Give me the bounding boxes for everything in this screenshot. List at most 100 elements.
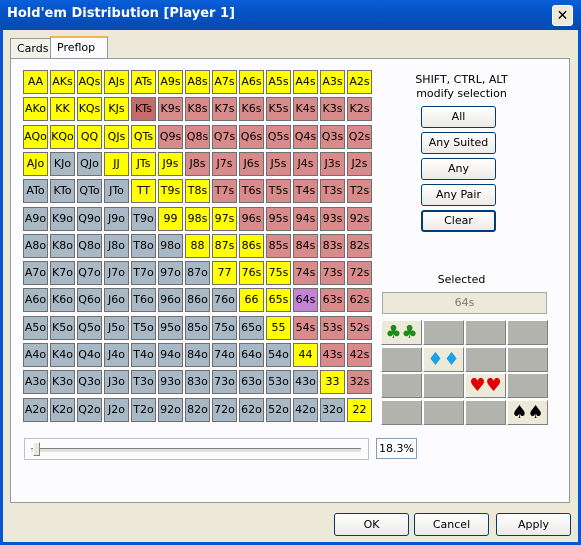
hand-cell[interactable]: 72s [347, 261, 372, 286]
hand-cell[interactable]: J9o [104, 206, 129, 231]
hand-cell[interactable]: 88 [185, 233, 210, 258]
hand-cell[interactable]: J5s [266, 151, 291, 176]
hand-cell[interactable]: J3s [320, 151, 345, 176]
hand-cell[interactable]: T8s [185, 179, 210, 204]
hand-cell[interactable]: K7s [212, 97, 237, 122]
hand-cell[interactable]: 53o [266, 370, 291, 395]
hand-cell[interactable]: J8s [185, 151, 210, 176]
hand-cell[interactable]: 62s [347, 288, 372, 313]
hand-cell[interactable]: 97s [212, 206, 237, 231]
hand-cell[interactable]: 94o [158, 343, 183, 367]
hand-cell[interactable]: Q8s [185, 124, 210, 149]
hand-cell[interactable]: A4s [293, 70, 318, 94]
hand-cell[interactable]: A4o [23, 343, 48, 367]
hand-cell[interactable]: 76o [212, 288, 237, 313]
hand-cell[interactable]: 98s [185, 206, 210, 231]
hand-cell[interactable]: K6o [50, 288, 75, 313]
hand-cell[interactable]: Q2o [77, 397, 102, 422]
hand-cell[interactable]: 77 [212, 261, 237, 286]
hand-cell[interactable]: AA [23, 70, 48, 94]
hand-cell[interactable]: 95o [158, 315, 183, 340]
hand-cell[interactable]: 83s [320, 233, 345, 258]
hand-cell[interactable]: Q7o [77, 261, 102, 286]
hand-cell[interactable]: K5s [266, 97, 291, 122]
hand-cell[interactable]: 43o [293, 370, 318, 395]
hand-cell[interactable]: JJ [104, 151, 129, 176]
hand-cell[interactable]: KJs [104, 97, 129, 122]
hand-cell[interactable]: AQo [23, 124, 48, 149]
hand-cell[interactable]: 92o [158, 397, 183, 422]
hand-cell[interactable]: 62o [239, 397, 264, 422]
hand-cell[interactable]: Q8o [77, 233, 102, 258]
any-suited-button[interactable]: Any Suited [421, 132, 496, 154]
hand-cell[interactable]: 44 [293, 343, 318, 367]
hand-cell[interactable]: AJo [23, 151, 48, 176]
hand-cell[interactable]: 74s [293, 261, 318, 286]
hand-cell[interactable]: 72o [212, 397, 237, 422]
hand-cell[interactable]: J8o [104, 233, 129, 258]
hand-cell[interactable]: J6o [104, 288, 129, 313]
hand-cell[interactable]: T3o [131, 370, 156, 395]
hand-cell[interactable]: 43s [320, 343, 345, 367]
hand-cell[interactable]: Q9o [77, 206, 102, 231]
hand-cell[interactable]: JTo [104, 179, 129, 204]
hand-cell[interactable]: 52s [347, 315, 372, 340]
hand-cell[interactable]: QTo [77, 179, 102, 204]
hand-cell[interactable]: 73s [320, 261, 345, 286]
hand-cell[interactable]: T6s [239, 179, 264, 204]
hand-cell[interactable]: A3o [23, 370, 48, 395]
hand-cell[interactable]: Q3s [320, 124, 345, 149]
hand-cell[interactable]: J6s [239, 151, 264, 176]
hand-cell[interactable]: 93s [320, 206, 345, 231]
suit-pair-diamonds[interactable]: ♦♦ [423, 346, 464, 372]
hand-cell[interactable]: K9s [158, 97, 183, 122]
suit-combo-cell[interactable] [507, 373, 548, 398]
hand-cell[interactable]: KQs [77, 97, 102, 122]
hand-cell[interactable]: K3s [320, 97, 345, 122]
hand-cell[interactable]: T2o [131, 397, 156, 422]
close-button[interactable]: ✕ [552, 5, 573, 26]
hand-cell[interactable]: 55 [266, 315, 291, 340]
hand-cell[interactable]: A2o [23, 397, 48, 422]
hand-cell[interactable]: QJs [104, 124, 129, 149]
hand-cell[interactable]: 42o [293, 397, 318, 422]
hand-cell[interactable]: 66 [239, 288, 264, 313]
suit-pair-hearts[interactable]: ♥♥ [465, 373, 506, 398]
hand-cell[interactable]: J7s [212, 151, 237, 176]
hand-cell[interactable]: K6s [239, 97, 264, 122]
hand-cell[interactable]: 32o [320, 397, 345, 422]
hand-cell[interactable]: ATs [131, 70, 156, 94]
hand-cell[interactable]: 63o [239, 370, 264, 395]
hand-cell[interactable]: 42s [347, 343, 372, 367]
hand-cell[interactable]: T4o [131, 343, 156, 367]
hand-cell[interactable]: 94s [293, 206, 318, 231]
hand-cell[interactable]: 82o [185, 397, 210, 422]
hand-cell[interactable]: 96o [158, 288, 183, 313]
clear-button[interactable]: Clear [421, 210, 496, 232]
hand-cell[interactable]: T5o [131, 315, 156, 340]
hand-cell[interactable]: 85o [185, 315, 210, 340]
hand-cell[interactable]: 63s [320, 288, 345, 313]
hand-cell[interactable]: 82s [347, 233, 372, 258]
hand-cell[interactable]: K5o [50, 315, 75, 340]
hand-cell[interactable]: 87s [212, 233, 237, 258]
hand-cell[interactable]: AKs [50, 70, 75, 94]
hand-cell[interactable]: QJo [77, 151, 102, 176]
hand-cell[interactable]: 52o [266, 397, 291, 422]
hand-cell[interactable]: JTs [131, 151, 156, 176]
hand-cell[interactable]: AKo [23, 97, 48, 122]
any-broadway-button[interactable]: Any Broadway [421, 158, 496, 195]
suit-combo-cell[interactable] [423, 399, 464, 425]
hand-cell[interactable]: 84s [293, 233, 318, 258]
hand-cell[interactable]: 86o [185, 288, 210, 313]
hand-cell[interactable]: T4s [293, 179, 318, 204]
hand-cell[interactable]: A9o [23, 206, 48, 231]
hand-cell[interactable]: 54o [266, 343, 291, 367]
hand-cell[interactable]: Q6s [239, 124, 264, 149]
apply-button[interactable]: Apply [496, 513, 571, 536]
suit-combo-cell[interactable] [465, 320, 506, 345]
hand-cell[interactable]: J4s [293, 151, 318, 176]
hand-cell[interactable]: J3o [104, 370, 129, 395]
suit-pair-clubs[interactable]: ♣♣ [381, 320, 422, 345]
hand-cell[interactable]: 75s [266, 261, 291, 286]
